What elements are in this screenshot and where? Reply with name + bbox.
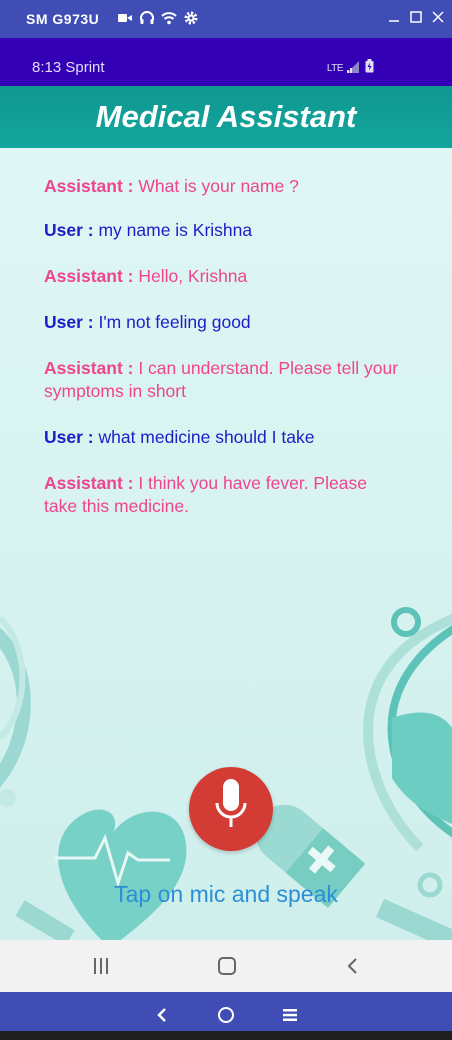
speaker-label: User : <box>44 220 94 240</box>
chat-message-user: User : I'm not feeling good <box>44 311 404 334</box>
speaker-label: User : <box>44 312 94 332</box>
microphone-icon <box>214 777 248 842</box>
minimize-icon[interactable] <box>386 9 402 30</box>
headphones-icon[interactable] <box>139 10 155 31</box>
status-bar: 8:13 Sprint LTE <box>0 38 452 86</box>
message-text: what medicine should I take <box>93 427 315 447</box>
status-time-carrier: 8:13 Sprint <box>32 59 105 76</box>
tap-mic-hint: Tap on mic and speak <box>114 881 338 907</box>
emulator-home-icon[interactable] <box>215 1004 237 1026</box>
mic-button[interactable] <box>189 767 273 851</box>
battery-charging-icon <box>365 59 374 78</box>
android-nav-bar <box>0 940 452 992</box>
speaker-label: Assistant : <box>44 176 134 196</box>
app-header: Medical Assistant <box>0 86 452 148</box>
chat-content-area[interactable]: Assistant : What is your name ? User : m… <box>0 148 452 940</box>
home-icon[interactable] <box>215 954 239 978</box>
speaker-label: Assistant : <box>44 473 134 493</box>
network-type: LTE <box>326 63 344 74</box>
speaker-label: Assistant : <box>44 266 134 286</box>
window-toolbar-icons <box>117 10 199 31</box>
window-title-bar: SM G973U <box>0 0 452 38</box>
window-bottom-edge <box>0 1031 452 1040</box>
recent-apps-icon[interactable] <box>89 954 113 978</box>
message-text: my name is Krishna <box>93 220 253 240</box>
speaker-label: Assistant : <box>44 358 134 378</box>
wifi-icon[interactable] <box>161 10 177 31</box>
chat-message-user: User : what medicine should I take <box>44 426 404 449</box>
video-camera-icon[interactable] <box>117 10 133 31</box>
device-name: SM G973U <box>26 11 100 27</box>
message-text: What is your name ? <box>133 176 299 196</box>
close-icon[interactable] <box>430 9 446 30</box>
chat-message-assistant: Assistant : I think you have fever. Plea… <box>44 472 404 518</box>
status-icons: LTE <box>327 59 374 78</box>
emulator-menu-icon[interactable] <box>279 1004 301 1026</box>
maximize-icon[interactable] <box>408 9 424 30</box>
back-icon[interactable] <box>341 954 365 978</box>
settings-gear-icon[interactable] <box>183 10 199 31</box>
chat-message-assistant: Assistant : Hello, Krishna <box>44 265 404 288</box>
window-controls <box>386 9 446 30</box>
speaker-label: User : <box>44 427 94 447</box>
message-text: I'm not feeling good <box>93 312 251 332</box>
emulator-back-icon[interactable] <box>151 1004 173 1026</box>
message-text: Hello, Krishna <box>133 266 248 286</box>
app-title: Medical Assistant <box>95 99 357 134</box>
chat-message-assistant: Assistant : I can understand. Please tel… <box>44 357 404 403</box>
chat-message-assistant: Assistant : What is your name ? <box>44 175 404 198</box>
signal-icon <box>347 60 361 78</box>
chat-message-user: User : my name is Krishna <box>44 219 404 242</box>
